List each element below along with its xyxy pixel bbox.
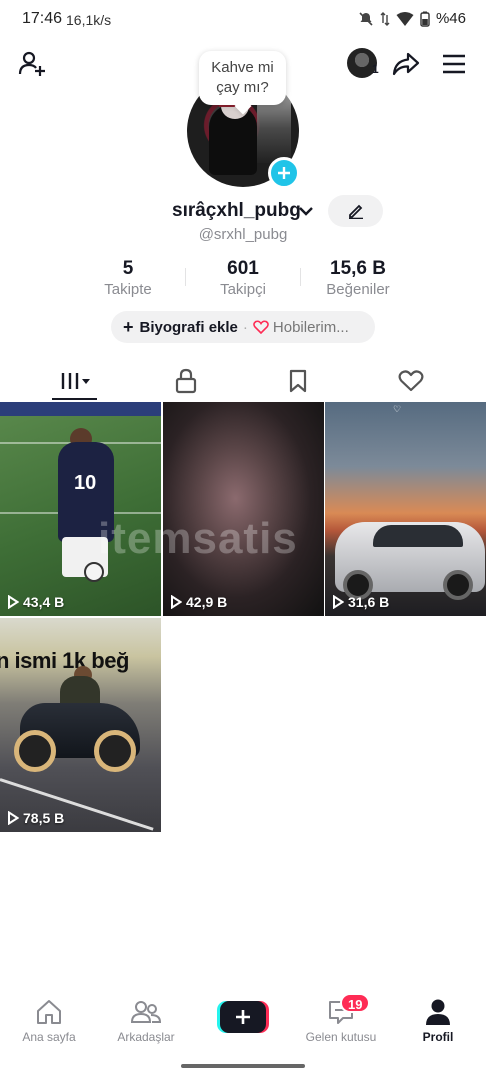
car-window: [373, 525, 463, 547]
plus-icon: [278, 167, 290, 179]
tab-private[interactable]: [156, 364, 216, 398]
nav-friends-label: Arkadaşlar: [117, 1030, 175, 1044]
home-indicator: [181, 1064, 305, 1068]
friends-icon: [131, 1001, 161, 1023]
nav-friends[interactable]: Arkadaşlar: [101, 996, 191, 1044]
status-note-bubble[interactable]: Kahve mi çay mı?: [199, 51, 286, 105]
battery-percent: %46: [435, 10, 466, 27]
play-icon: [333, 595, 344, 609]
likes-count: 15,6 B: [330, 258, 386, 279]
nav-profile[interactable]: Profil: [393, 996, 483, 1044]
followers-count: 601: [227, 258, 259, 279]
plus-icon: [236, 1010, 250, 1024]
jersey-number: 10: [74, 472, 97, 494]
view-count: 78,5 B: [7, 810, 64, 826]
network-speed: 16,1k/s: [66, 12, 112, 28]
video-thumbnail[interactable]: n ismi 1k beğ 78,5 B: [0, 618, 161, 832]
grid-icon: [61, 373, 90, 389]
view-count-text: 78,5 B: [23, 810, 65, 826]
nav-profile-label: Profil: [422, 1030, 454, 1044]
nav-inbox-label: Gelen kutusu: [305, 1030, 377, 1044]
bike-wheel: [14, 730, 56, 772]
note-line-1: Kahve mi: [211, 59, 274, 76]
active-tab-indicator: [52, 398, 97, 400]
inbox-badge: 19: [340, 993, 371, 1013]
share-icon: [392, 52, 420, 76]
chevron-down-icon[interactable]: [298, 204, 314, 218]
pencil-icon: [348, 204, 363, 219]
heart-icon: [398, 370, 424, 392]
following-label: Takipte: [104, 281, 152, 298]
edit-profile-button[interactable]: [328, 195, 383, 227]
bookmark-icon: [289, 369, 307, 393]
video-thumbnail[interactable]: 42,9 B: [163, 402, 324, 616]
ad-board: [0, 402, 161, 416]
view-count-text: 31,6 B: [348, 594, 390, 610]
share-profile-button[interactable]: [388, 46, 424, 82]
create-video-button[interactable]: [217, 1001, 269, 1033]
profile-icon: [426, 999, 450, 1025]
tab-videos[interactable]: [45, 364, 105, 398]
bike-wheel: [94, 730, 136, 772]
tab-saved[interactable]: [268, 364, 328, 398]
hobbies-label: Hobilerim...: [272, 318, 349, 336]
bell-muted-icon: [359, 11, 373, 26]
heart-icon: [253, 320, 269, 334]
followers-stat[interactable]: 601 Takipçi: [188, 258, 298, 300]
status-time: 17:46: [22, 10, 63, 27]
video-thumbnail[interactable]: ♡ 31,6 B: [325, 402, 486, 616]
add-story-button[interactable]: [268, 157, 300, 189]
note-line-2: çay mı?: [216, 79, 269, 96]
home-icon: [37, 1000, 61, 1024]
add-friend-button[interactable]: [14, 46, 50, 82]
stat-divider: [185, 268, 186, 286]
followers-label: Takipçi: [220, 281, 266, 298]
nav-home-label: Ana sayfa: [22, 1030, 76, 1044]
battery-icon: [420, 11, 430, 27]
play-icon: [171, 595, 182, 609]
view-count-text: 42,9 B: [186, 594, 228, 610]
wifi-icon: [396, 11, 414, 26]
user-handle: @srxhl_pubg: [198, 226, 288, 243]
play-icon: [8, 811, 19, 825]
following-count: 5: [122, 258, 134, 279]
tab-liked[interactable]: [381, 364, 441, 398]
car-wheel: [443, 570, 473, 600]
view-count-text: 43,4 B: [23, 594, 65, 610]
ball: [84, 562, 104, 582]
play-icon: [8, 595, 19, 609]
stat-divider: [300, 268, 301, 286]
add-bio-button[interactable]: + Biyografi ekle · Hobilerim...: [111, 311, 375, 343]
account-notification-count: 1: [372, 62, 379, 76]
hamburger-icon: [443, 54, 465, 74]
profile-tabs: [0, 360, 486, 402]
lock-icon: [175, 368, 197, 394]
bio-separator: ·: [242, 318, 248, 336]
likes-label: Beğeniler: [326, 281, 390, 298]
username-row: sırâçxhl_pubg: [0, 195, 486, 228]
status-bar: 17:46 16,1k/s %46: [0, 0, 486, 38]
view-count: 43,4 B: [7, 594, 64, 610]
heart-sticker: ♡: [393, 404, 402, 414]
view-count: 31,6 B: [332, 594, 389, 610]
video-caption-overlay: n ismi 1k beğ: [0, 648, 129, 673]
username[interactable]: sırâçxhl_pubg: [172, 200, 301, 222]
video-thumbnail[interactable]: 10 43,4 B: [0, 402, 161, 616]
following-stat[interactable]: 5 Takipte: [73, 258, 183, 300]
likes-stat[interactable]: 15,6 B Beğeniler: [303, 258, 413, 300]
profile-stats: 5 Takipte 601 Takipçi 15,6 B Beğeniler: [0, 258, 486, 302]
menu-button[interactable]: [436, 46, 472, 82]
add-user-icon: [18, 51, 45, 76]
data-arrows-icon: [380, 11, 390, 26]
status-icons: %46: [358, 10, 466, 27]
view-count: 42,9 B: [170, 594, 227, 610]
plus-icon: +: [123, 316, 134, 337]
bottom-navigation: Ana sayfa Arkadaşlar Gelen kutusu 19 Pro…: [0, 993, 486, 1056]
nav-home[interactable]: Ana sayfa: [4, 996, 94, 1044]
add-bio-label: Biyografi ekle: [139, 318, 238, 336]
